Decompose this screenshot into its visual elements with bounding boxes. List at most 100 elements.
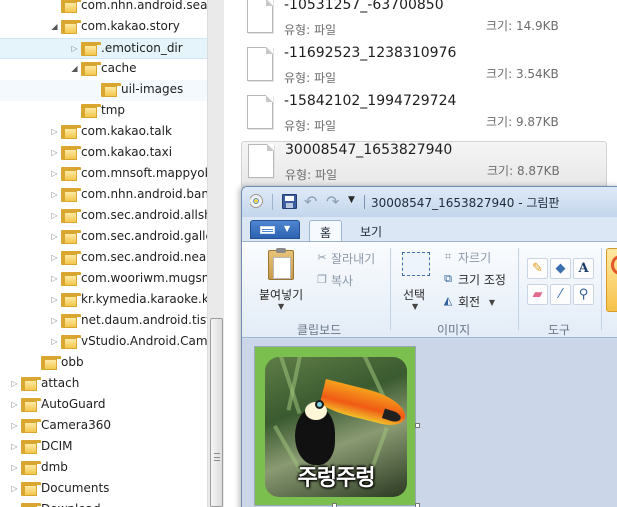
folder-icon — [41, 356, 61, 370]
tree-expand-icon[interactable]: ▷ — [50, 169, 59, 179]
tree-expand-icon[interactable]: ▷ — [10, 463, 19, 473]
tree-item[interactable]: ▷ com.nhn.android.band — [0, 185, 207, 206]
file-name: -10531257_-63700850 — [284, 0, 444, 13]
tree-item[interactable]: ▷Download — [0, 500, 207, 507]
select-button-label[interactable]: 선택 — [403, 286, 425, 303]
tree-item[interactable]: ▷ AutoGuard — [0, 395, 207, 416]
tree-item[interactable]: ▷ com.sec.android.allshare — [0, 206, 207, 227]
crop-button[interactable]: 자르기 — [458, 249, 491, 266]
resize-button[interactable]: 크기 조정 — [458, 271, 506, 288]
tree-expand-icon[interactable]: ▷ — [70, 44, 79, 54]
tree-item[interactable]: ▷ net.daum.android.tistoryapp — [0, 311, 207, 332]
tree-expand-icon[interactable]: ▷ — [10, 484, 19, 494]
select-icon[interactable] — [402, 252, 430, 276]
tree-item[interactable]: ▷ com.sec.android.nearby.mediaserver — [0, 248, 207, 269]
tree-item[interactable]: ▷ kr.kymedia.karaoke.kpop.kar — [0, 290, 207, 311]
tree-expand-icon[interactable]: ▷ — [50, 253, 59, 263]
tab-home[interactable]: 홈 — [309, 220, 343, 242]
crop-icon[interactable]: ⌗ — [442, 251, 454, 263]
cut-button[interactable]: 잘라내기 — [331, 250, 375, 267]
chevron-down-icon[interactable]: ▼ — [278, 302, 284, 311]
tree-expand-icon[interactable]: ▷ — [50, 211, 59, 221]
chevron-down-icon[interactable]: ▼ — [486, 297, 498, 309]
tree-expand-icon[interactable]: ▷ — [50, 127, 59, 137]
file-item[interactable]: -11692523_1238310976 유형: 파일 크기: 3.54KB — [241, 45, 607, 93]
tree-expand-icon[interactable]: ▷ — [50, 295, 59, 305]
file-type-value: 파일 — [314, 168, 338, 182]
tree-item[interactable]: ▷ vStudio.Android.Camera360 — [0, 332, 207, 353]
file-icon — [247, 0, 273, 33]
tree-item[interactable]: ▷ com.kakao.taxi — [0, 143, 207, 164]
scissors-icon[interactable]: ✂ — [316, 252, 328, 264]
redo-icon[interactable]: ↷ — [326, 192, 339, 211]
image-group-label: 이미지 — [437, 323, 471, 337]
rotate-button[interactable]: 회전 — [458, 293, 480, 310]
paste-icon[interactable] — [268, 248, 294, 280]
save-icon[interactable] — [282, 194, 297, 209]
toolbar-divider — [364, 195, 365, 209]
tree-item[interactable]: ▷ com.kakao.talk — [0, 122, 207, 143]
rotate-icon[interactable]: ◭ — [442, 295, 454, 307]
tree-expand-icon[interactable]: ▷ — [50, 190, 59, 200]
resize-handle-bottom[interactable] — [332, 503, 337, 507]
resize-handle-corner[interactable] — [415, 503, 420, 507]
tree-item[interactable]: ▷ DCIM — [0, 437, 207, 458]
paint-app-icon[interactable] — [250, 194, 265, 209]
tree-item[interactable]: uil-images — [0, 80, 207, 101]
tree-expand-icon[interactable]: ▷ — [50, 274, 59, 284]
undo-icon[interactable]: ↶ — [304, 192, 317, 211]
tree-expand-icon[interactable]: ▷ — [50, 148, 59, 158]
resize-handle-right[interactable] — [415, 423, 420, 428]
copy-button[interactable]: 복사 — [331, 272, 353, 289]
tree-collapse-icon[interactable]: ◢ — [50, 22, 59, 32]
file-item[interactable]: -10531257_-63700850 유형: 파일 크기: 14.9KB — [241, 0, 607, 45]
tree-scrollbar[interactable] — [207, 0, 224, 507]
tree-expand-icon[interactable]: ▷ — [50, 232, 59, 242]
quick-access-dropdown-icon[interactable]: ▼ — [348, 195, 355, 205]
tree-expand-icon[interactable]: ▷ — [10, 379, 19, 389]
canvas[interactable]: 주렁주렁 — [254, 346, 416, 506]
tree-item-label: kr.kymedia.karaoke.kpop.kar — [81, 292, 207, 306]
tree-expand-icon[interactable]: ▷ — [10, 442, 19, 452]
ribbon-tabs: ▼ 홈 보기 — [242, 217, 617, 242]
tree-expand-icon[interactable]: ▷ — [50, 316, 59, 326]
tree-item[interactable]: obb — [0, 353, 207, 374]
tree-item[interactable]: ▷ com.sec.android.gallery3d — [0, 227, 207, 248]
tree-collapse-icon[interactable]: ◢ — [70, 64, 79, 74]
tree-item[interactable]: ▷ Camera360 — [0, 416, 207, 437]
tree-item[interactable]: com.nhn.android.search — [0, 0, 207, 17]
paste-button-label[interactable]: 붙여넣기 — [259, 286, 303, 303]
color-picker-icon[interactable]: ⁄ — [550, 284, 571, 305]
tree-item[interactable]: ▷ Documents — [0, 479, 207, 500]
magnifier-icon[interactable]: ⚲ — [573, 284, 594, 305]
tree-expand-icon[interactable]: ▷ — [10, 400, 19, 410]
tree-item[interactable]: ◢ cache — [0, 59, 207, 80]
file-type-value: 파일 — [313, 119, 337, 133]
title-bar[interactable]: ↶ ↷ ▼ 30008547_1653827940 - 그림판 — [242, 187, 617, 217]
text-icon[interactable]: A — [573, 258, 594, 279]
pencil-icon[interactable]: ✎ — [527, 258, 548, 279]
toucan-eye — [315, 400, 324, 409]
tree-item[interactable]: ▷ attach — [0, 374, 207, 395]
copy-icon[interactable]: ❐ — [316, 274, 328, 286]
resize-icon[interactable]: ⧉ — [442, 273, 454, 285]
eraser-icon[interactable]: ▰ — [527, 284, 548, 305]
tree-item[interactable]: ◢ com.kakao.story — [0, 17, 207, 38]
file-item[interactable]: -15842102_1994729724 유형: 파일 크기: 9.87KB — [241, 93, 607, 141]
tree-item[interactable]: tmp — [0, 101, 207, 122]
fill-icon[interactable]: ◆ — [550, 258, 571, 279]
tab-view[interactable]: 보기 — [350, 220, 392, 242]
tree-scrollbar-thumb[interactable] — [210, 318, 223, 507]
tree-item-label: vStudio.Android.Camera360 — [81, 334, 207, 348]
tree-item[interactable]: ▷ .emoticon_dir — [0, 38, 207, 59]
tree-item[interactable]: ▷ com.mnsoft.mappyobn — [0, 164, 207, 185]
tree-expand-icon[interactable]: ▷ — [10, 421, 19, 431]
tree-expand-icon[interactable]: ▷ — [50, 337, 59, 347]
paint-menu-button[interactable]: ▼ — [250, 220, 300, 239]
folder-icon — [61, 230, 81, 244]
tree-item[interactable]: ▷ com.wooriwm.mugsmart — [0, 269, 207, 290]
file-item[interactable]: 30008547_1653827940 유형: 파일 크기: 8.87KB — [241, 141, 607, 189]
tree-item[interactable]: ▷ dmb — [0, 458, 207, 479]
chevron-down-icon[interactable]: ▼ — [412, 302, 418, 311]
brushes-icon[interactable] — [606, 248, 617, 312]
